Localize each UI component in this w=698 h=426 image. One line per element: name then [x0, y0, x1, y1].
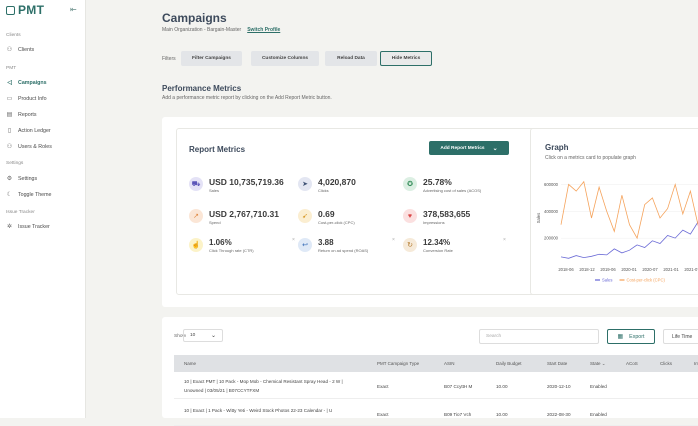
- sidebar-item-settings[interactable]: ⚙ Settings: [6, 175, 37, 183]
- x-tick-label: 2021-07: [684, 267, 698, 272]
- return-icon: ↩: [298, 238, 312, 252]
- metric-card-conversion-rate[interactable]: ↻ 12.34% Conversion Rate: [403, 238, 453, 253]
- legend-label: Cost-per-click (CPC): [627, 278, 666, 283]
- switch-profile-link[interactable]: Switch Profile: [247, 27, 280, 33]
- section-label-settings: Settings: [6, 161, 24, 166]
- reload-data-button[interactable]: Reload Data: [325, 51, 377, 66]
- series-line: [560, 180, 698, 240]
- x-tick-label: 2018-06: [558, 267, 574, 272]
- refresh-icon: ↻: [403, 238, 417, 252]
- add-report-metrics-button[interactable]: Add Report Metrics ⌄: [429, 141, 509, 155]
- graph-card: Graph Click on a metrics card to populat…: [530, 128, 698, 295]
- thumbs-up-icon: ♥: [403, 209, 417, 223]
- section-label-clients: Clients: [6, 33, 21, 38]
- remove-metric-roas-icon[interactable]: ×: [392, 237, 395, 243]
- users-icon: ⚇: [6, 47, 13, 53]
- filter-campaigns-button[interactable]: Filter Campaigns: [181, 51, 242, 66]
- sidebar-item-campaigns[interactable]: ◁ Campaigns: [6, 79, 46, 87]
- y-tick-label: 200000: [544, 236, 559, 241]
- metric-card-roas[interactable]: ↩ 3.88 Return on ad spend (ROAS): [298, 238, 368, 253]
- metric-card-clicks[interactable]: ➤ 4,020,870 Clicks: [298, 177, 356, 193]
- customize-columns-button[interactable]: Customize Columns: [251, 51, 319, 66]
- organization-line: Main Organization - Bargain-Master Switch…: [162, 27, 280, 33]
- chevron-down-icon: ⌄: [210, 333, 216, 339]
- cursor-click-icon: ➹: [298, 209, 312, 223]
- chevron-down-icon: ⌄: [492, 145, 498, 152]
- sidebar-item-toggle-theme[interactable]: ☾ Toggle Theme: [6, 191, 52, 199]
- x-tick-label: 2021-01: [663, 267, 679, 272]
- campaigns-table-panel: Show 10 ⌄ Search ▦ Export Life Time Name P…: [162, 317, 698, 426]
- page-size-select[interactable]: 10 ⌄: [183, 329, 223, 342]
- metric-card-spend[interactable]: ↗ USD 2,767,710.31 Spend: [189, 209, 279, 225]
- x-tick-label: 2020-01: [621, 267, 637, 272]
- line-chart: 600000 400000 200000 Sales 2018-06 2018-12 201…: [536, 180, 698, 283]
- sidebar-item-reports[interactable]: ▤ Reports: [6, 111, 37, 119]
- column-header-name[interactable]: Name: [184, 361, 196, 366]
- logo-icon: [6, 6, 15, 15]
- series-line: [560, 221, 698, 259]
- sidebar-item-clients[interactable]: ⚇ Clients: [6, 46, 34, 54]
- main-content: Campaigns Main Organization - Bargain-Ma…: [87, 0, 698, 426]
- section-label-issue-tracker: Issue Tracker: [6, 210, 35, 215]
- performance-metrics-title: Performance Metrics: [162, 84, 242, 93]
- y-tick-label: 400000: [544, 209, 559, 214]
- ledger-icon: ▯: [7, 128, 12, 134]
- metric-card-ctr[interactable]: ☝ 1.06% Click Through rate (CTR): [189, 238, 254, 253]
- bug-icon: ✲: [6, 224, 13, 230]
- spreadsheet-icon: ▦: [617, 334, 624, 340]
- section-label-pmt: PMT: [6, 66, 17, 71]
- sidebar: PMT ⇤ Clients ⚇ Clients PMT ◁ Campaigns ▭ P…: [0, 0, 86, 418]
- y-axis-label: Sales: [536, 213, 541, 223]
- megaphone-icon: ◁: [7, 80, 12, 86]
- metric-card-impressions[interactable]: ♥ 378,583,655 Impressions: [403, 209, 470, 225]
- theme-icon: ☾: [6, 192, 13, 198]
- metric-card-acos[interactable]: ✪ 25.78% Advertising cost of sales (ACOS): [403, 177, 481, 193]
- table-header: Name PMT Campaign Type ASIN Daily Budget…: [174, 355, 698, 372]
- cursor-icon: ➤: [298, 177, 312, 191]
- column-header-impressions[interactable]: Im: [694, 361, 698, 366]
- export-button[interactable]: ▦ Export: [607, 329, 655, 344]
- sidebar-item-action-ledger[interactable]: ▯ Action Ledger: [6, 127, 51, 135]
- user-roles-icon: ⚇: [6, 144, 13, 150]
- remove-metric-ctr-icon[interactable]: ×: [292, 237, 295, 243]
- search-input[interactable]: Search: [479, 329, 599, 344]
- sidebar-item-users-roles[interactable]: ⚇ Users & Roles: [6, 143, 52, 151]
- x-tick-label: 2020-07: [642, 267, 658, 272]
- sort-icon: ⌄: [601, 361, 606, 366]
- box-icon: ▭: [6, 96, 13, 102]
- organization-name: Main Organization - Bargain-Master: [162, 27, 242, 33]
- column-header-clicks[interactable]: Clicks: [660, 361, 672, 366]
- cart-icon: ⛟: [189, 177, 203, 191]
- column-header-state[interactable]: State ⌄: [590, 361, 606, 367]
- hide-metrics-button[interactable]: Hide Metrics: [380, 51, 432, 66]
- table-row[interactable]: 10 | Exact PMT | 10 Pack - Mop Mob - Che…: [174, 372, 698, 399]
- report-icon: ▤: [6, 112, 13, 118]
- table-row[interactable]: 10 | Exact | 1 Pack - Witty Yeti - Weird…: [174, 399, 698, 426]
- metric-card-cpc[interactable]: ➹ 0.69 Cost-per-click (CPC): [298, 209, 355, 225]
- page-title: Campaigns: [162, 11, 227, 25]
- date-range-select[interactable]: Life Time: [663, 329, 698, 344]
- gear-icon: ⚙: [6, 176, 13, 182]
- brand-logo[interactable]: PMT: [6, 3, 44, 17]
- collapse-sidebar-icon[interactable]: ⇤: [70, 5, 77, 14]
- y-tick-label: 600000: [544, 182, 559, 187]
- trend-icon: ↗: [189, 209, 203, 223]
- x-tick-label: 2019-06: [600, 267, 616, 272]
- column-header-budget[interactable]: Daily Budget: [496, 361, 522, 366]
- x-tick-label: 2018-12: [579, 267, 595, 272]
- report-metrics-title: Report Metrics: [189, 145, 246, 154]
- column-header-start-date[interactable]: Start Date: [547, 361, 567, 366]
- column-header-type[interactable]: PMT Campaign Type: [377, 361, 419, 366]
- sidebar-item-issue-tracker[interactable]: ✲ Issue Tracker: [6, 223, 50, 231]
- metric-card-sales[interactable]: ⛟ USD 10,735,719.36 Sales: [189, 177, 284, 193]
- hand-pointer-icon: ☝: [189, 238, 203, 252]
- legend-label: Sales: [602, 278, 612, 283]
- sidebar-item-product-info[interactable]: ▭ Product Info: [6, 95, 47, 103]
- filters-label: Filters: [162, 56, 176, 62]
- performance-metrics-subtitle: Add a performance metric report by click…: [162, 95, 332, 101]
- remove-metric-conversion-icon[interactable]: ×: [503, 237, 506, 243]
- column-header-asin[interactable]: ASIN: [444, 361, 455, 366]
- award-icon: ✪: [403, 177, 417, 191]
- column-header-acos[interactable]: ACoS: [626, 361, 638, 366]
